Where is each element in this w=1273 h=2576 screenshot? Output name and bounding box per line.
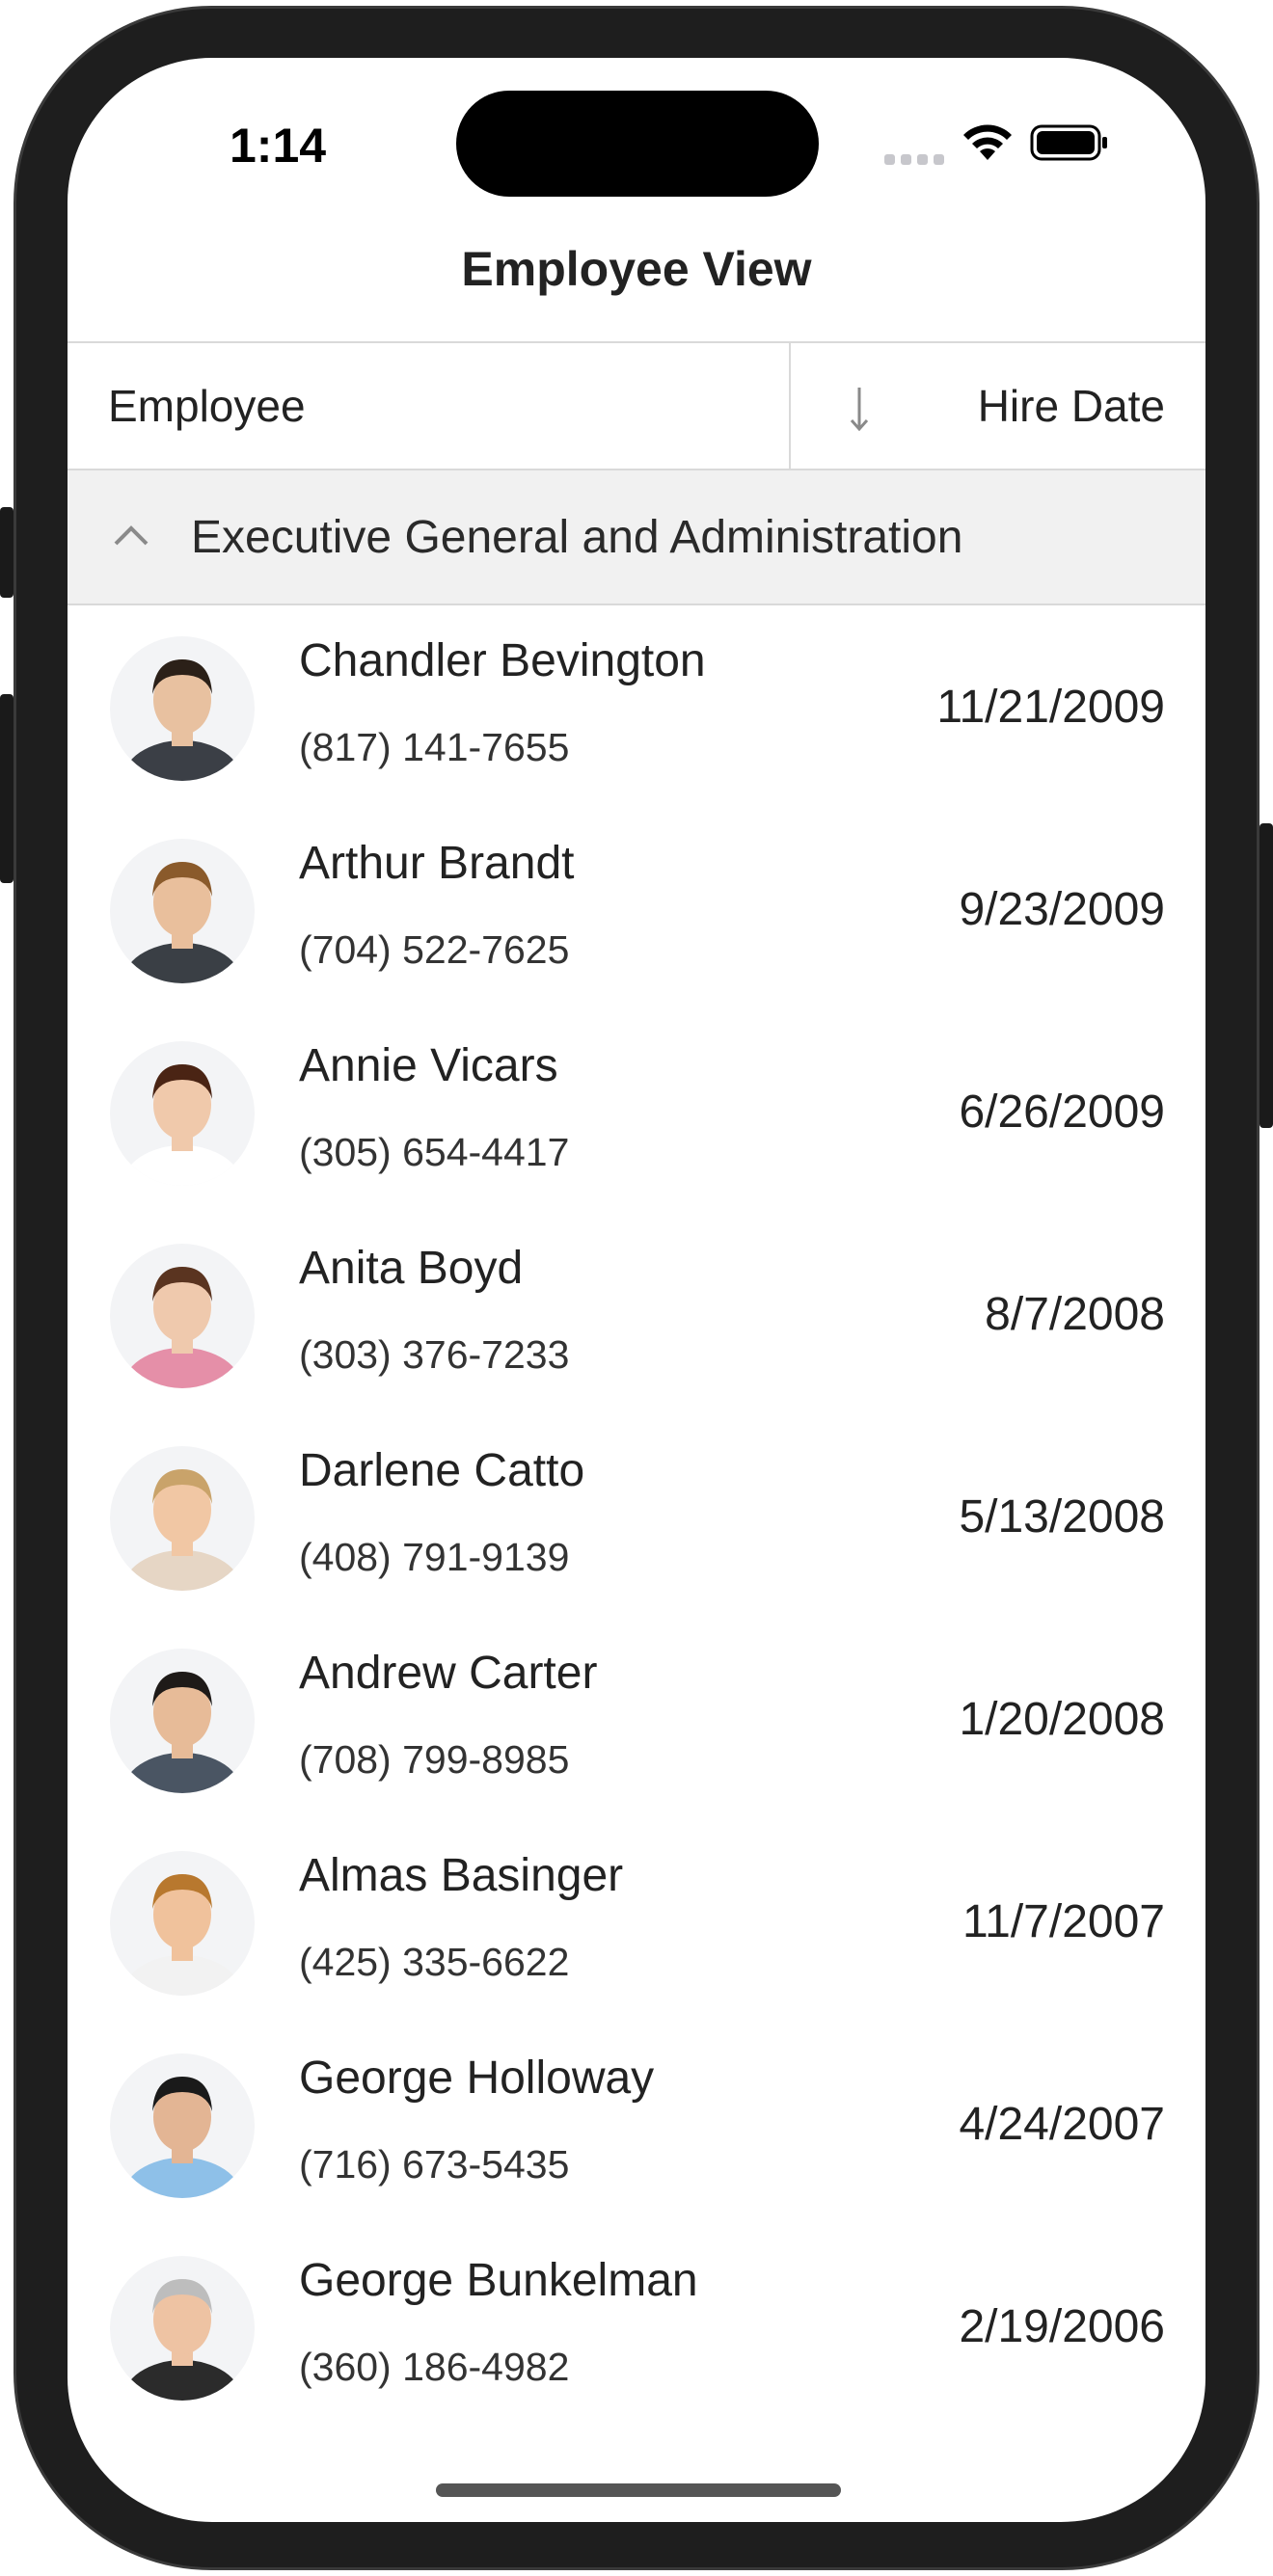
employee-phone: (817) 141-7655 xyxy=(299,725,570,769)
list-item[interactable]: Arthur Brandt (704) 522-7625 9/23/2009 xyxy=(68,808,1205,1010)
employee-list: Chandler Bevington (817) 141-7655 11/21/… xyxy=(68,605,1205,2428)
avatar xyxy=(110,839,255,983)
employee-hire-date: 4/24/2007 xyxy=(959,2099,1165,2150)
avatar xyxy=(110,1851,255,1996)
home-indicator[interactable] xyxy=(436,2483,841,2497)
employee-phone: (305) 654-4417 xyxy=(299,1130,570,1174)
list-item[interactable]: George Holloway (716) 673-5435 4/24/2007 xyxy=(68,2023,1205,2225)
avatar xyxy=(110,1244,255,1388)
group-header[interactable]: Executive General and Administration xyxy=(68,470,1205,605)
employee-hire-date: 8/7/2008 xyxy=(985,1289,1165,1340)
employee-name: Darlene Catto xyxy=(299,1445,585,1496)
employee-phone: (708) 799-8985 xyxy=(299,1737,570,1782)
avatar xyxy=(110,2053,255,2198)
status-time: 1:14 xyxy=(230,119,327,173)
employee-name: Annie Vicars xyxy=(299,1040,558,1091)
page-title: Employee View xyxy=(461,242,812,296)
app-screen: 1:14 Employee View Employee Hire Date Ex… xyxy=(68,58,1205,2522)
column-divider xyxy=(789,343,791,469)
employee-phone: (303) 376-7233 xyxy=(299,1332,570,1377)
employee-phone: (704) 522-7625 xyxy=(299,927,570,972)
grid-header: Employee Hire Date xyxy=(68,341,1205,470)
avatar xyxy=(110,1041,255,1186)
employee-phone: (408) 791-9139 xyxy=(299,1535,570,1579)
employee-phone: (425) 335-6622 xyxy=(299,1940,570,1984)
side-button-mute xyxy=(0,507,14,598)
employee-hire-date: 6/26/2009 xyxy=(959,1087,1165,1138)
employee-name: Arthur Brandt xyxy=(299,838,575,889)
avatar xyxy=(110,1649,255,1793)
list-item[interactable]: Anita Boyd (303) 376-7233 8/7/2008 xyxy=(68,1213,1205,1415)
employee-name: George Holloway xyxy=(299,2053,655,2104)
dynamic-island xyxy=(456,91,819,197)
side-button-volume xyxy=(0,694,14,883)
avatar xyxy=(110,636,255,781)
employee-name: Andrew Carter xyxy=(299,1648,598,1699)
employee-name: Anita Boyd xyxy=(299,1243,524,1294)
list-item[interactable]: Chandler Bevington (817) 141-7655 11/21/… xyxy=(68,605,1205,808)
cellular-signal-icon xyxy=(884,152,944,166)
employee-name: George Bunkelman xyxy=(299,2255,698,2306)
column-header-employee[interactable]: Employee xyxy=(108,343,306,469)
avatar xyxy=(110,2256,255,2401)
employee-name: Chandler Bevington xyxy=(299,635,706,686)
employee-name: Almas Basinger xyxy=(299,1850,624,1901)
list-item[interactable]: Andrew Carter (708) 799-8985 1/20/2008 xyxy=(68,1618,1205,1820)
sort-descending-icon[interactable] xyxy=(847,384,872,434)
chevron-up-icon[interactable] xyxy=(110,521,152,550)
column-header-hire-date[interactable]: Hire Date xyxy=(978,343,1165,469)
employee-hire-date: 11/7/2007 xyxy=(962,1896,1165,1947)
employee-hire-date: 2/19/2006 xyxy=(959,2301,1165,2352)
list-item[interactable]: Almas Basinger (425) 335-6622 11/7/2007 xyxy=(68,1820,1205,2023)
list-item[interactable]: Annie Vicars (305) 654-4417 6/26/2009 xyxy=(68,1010,1205,1213)
employee-phone: (360) 186-4982 xyxy=(299,2345,570,2389)
list-item[interactable]: Darlene Catto (408) 791-9139 5/13/2008 xyxy=(68,1415,1205,1618)
battery-icon xyxy=(1030,124,1107,161)
employee-hire-date: 1/20/2008 xyxy=(959,1694,1165,1745)
side-button-power xyxy=(1259,823,1273,1128)
employee-hire-date: 5/13/2008 xyxy=(959,1491,1165,1543)
list-item[interactable]: George Bunkelman (360) 186-4982 2/19/200… xyxy=(68,2225,1205,2428)
employee-hire-date: 9/23/2009 xyxy=(959,884,1165,935)
group-label: Executive General and Administration xyxy=(191,512,963,563)
status-bar: 1:14 xyxy=(68,58,1205,251)
employee-phone: (716) 673-5435 xyxy=(299,2142,570,2187)
wifi-icon xyxy=(963,124,1012,160)
avatar xyxy=(110,1446,255,1591)
employee-hire-date: 11/21/2009 xyxy=(936,682,1165,733)
